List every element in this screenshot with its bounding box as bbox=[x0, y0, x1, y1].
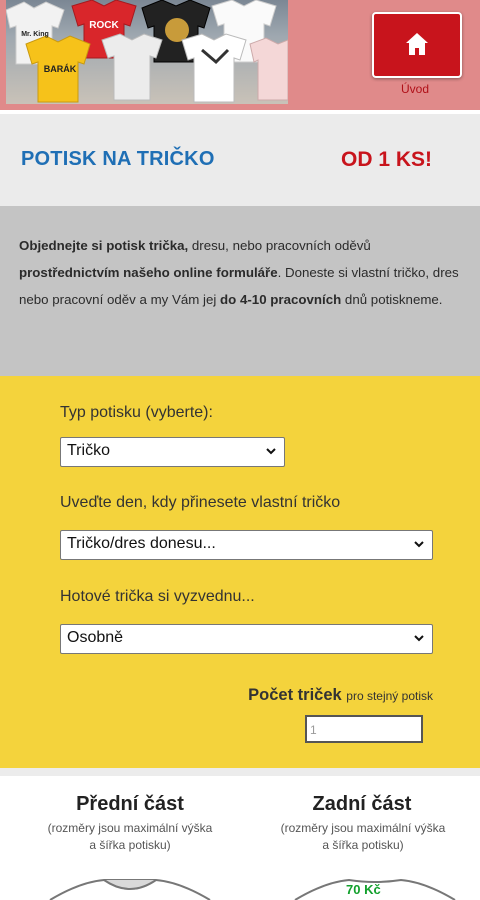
type-select[interactable]: Tričko bbox=[60, 437, 285, 467]
type-select-value: Tričko bbox=[67, 442, 110, 459]
day-select-value: Tričko/dres donesu... bbox=[67, 535, 216, 552]
info-bold-1: Objednejte si potisk trička, bbox=[19, 238, 189, 253]
count-input[interactable]: 1 bbox=[305, 715, 423, 743]
chevron-down-icon bbox=[414, 541, 424, 548]
shirt-print-2: ROCK bbox=[89, 20, 119, 31]
front-title: Přední část bbox=[76, 793, 184, 815]
pickup-label: Hotové trička si vyzvednu... bbox=[60, 588, 255, 605]
info-text-6: dnů potiskneme. bbox=[341, 292, 443, 307]
pickup-select[interactable]: Osobně bbox=[60, 624, 433, 654]
shirt-print-3: BARÁK bbox=[44, 64, 77, 74]
count-label-bold: Počet triček bbox=[248, 686, 342, 704]
home-label[interactable]: Úvod bbox=[372, 82, 458, 96]
page-subtitle: OD 1 KS! bbox=[340, 148, 432, 171]
back-subtitle-2: a šířka potisku) bbox=[322, 838, 404, 852]
front-subtitle-2: a šířka potisku) bbox=[89, 838, 171, 852]
pickup-select-value: Osobně bbox=[67, 629, 124, 646]
page-title: POTISK NA TRIČKO bbox=[21, 148, 215, 170]
type-label: Typ potisku (vyberte): bbox=[60, 404, 213, 421]
home-icon bbox=[406, 33, 428, 55]
info-band: Objednejte si potisk trička, dresu, nebo… bbox=[0, 206, 480, 376]
home-button[interactable] bbox=[372, 12, 462, 78]
info-text-2: dresu, nebo pracovních oděvů bbox=[188, 238, 371, 253]
front-shirt-outline[interactable] bbox=[40, 868, 220, 900]
front-subtitle-1: (rozměry jsou maximální výška bbox=[47, 821, 213, 835]
header-banner: Mr. King ROCK BARÁK Úvod bbox=[0, 0, 480, 110]
info-text: Objednejte si potisk trička, dresu, nebo… bbox=[19, 232, 474, 313]
back-subtitle-1: (rozměry jsou maximální výška bbox=[280, 821, 446, 835]
chevron-down-icon bbox=[414, 635, 424, 642]
count-label: Počet triček pro stejný potisk bbox=[248, 686, 433, 705]
section-divider bbox=[0, 768, 480, 776]
order-form: Typ potisku (vyberte): Tričko Uveďte den… bbox=[0, 376, 480, 768]
shirt-print-1: Mr. King bbox=[21, 31, 49, 38]
day-select[interactable]: Tričko/dres donesu... bbox=[60, 530, 433, 560]
info-bold-2: prostřednictvím našeho online formuláře bbox=[19, 265, 278, 280]
tshirts-illustration: Mr. King ROCK BARÁK bbox=[6, 0, 288, 103]
count-label-small: pro stejný potisk bbox=[346, 689, 433, 703]
title-band: POTISK NA TRIČKO OD 1 KS! bbox=[0, 114, 480, 206]
info-bold-3: do 4-10 pracovních bbox=[220, 292, 342, 307]
chevron-down-icon bbox=[266, 448, 276, 455]
day-label: Uveďte den, kdy přinesete vlastní tričko bbox=[60, 494, 341, 511]
back-price-badge: 70 Kč bbox=[346, 882, 381, 897]
back-title: Zadní část bbox=[312, 793, 412, 815]
tshirts-photo: Mr. King ROCK BARÁK bbox=[6, 0, 288, 104]
